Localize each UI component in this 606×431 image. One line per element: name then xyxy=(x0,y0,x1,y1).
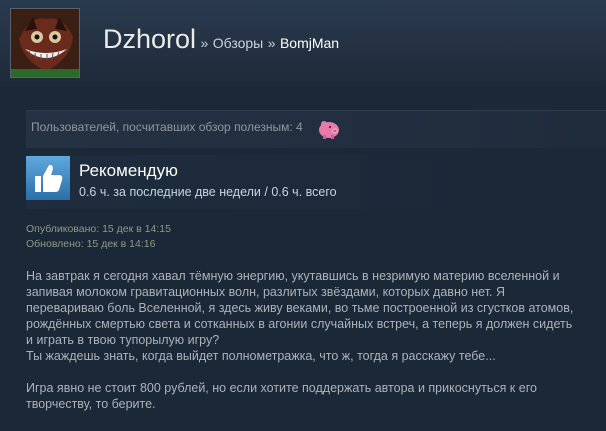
avatar[interactable] xyxy=(10,8,80,78)
recommendation-title: Рекомендую xyxy=(79,161,178,180)
avatar-image xyxy=(11,9,79,77)
helpful-bar: Пользователей, посчитавших обзор полезны… xyxy=(26,110,606,148)
game-link[interactable]: BomjMan xyxy=(280,35,339,51)
recommendation-box: Рекомендую 0.6 ч. за последние две недел… xyxy=(26,155,606,209)
updated-date: Обновлено: 15 дек в 14:16 xyxy=(26,238,156,250)
thumbs-up-icon xyxy=(26,156,70,200)
posted-date: Опубликовано: 15 дек в 14:15 xyxy=(26,223,171,235)
review-line: рождённых смертью света и сотканных в аг… xyxy=(26,317,573,331)
review-line: запивая молоком гравитационных волн, раз… xyxy=(26,285,506,299)
profile-header: Dzhorol » Обзоры » BomjMan xyxy=(0,0,606,86)
review-line: и играть в твою тупорылую игру? xyxy=(26,333,220,347)
playtime-hours: 0.6 ч. за последние две недели / 0.6 ч. … xyxy=(79,185,337,199)
profile-name-link[interactable]: Dzhorol xyxy=(103,24,196,54)
review-line: На завтрак я сегодня хавал тёмную энерги… xyxy=(26,269,560,283)
breadcrumb-separator: » xyxy=(200,35,209,51)
helpful-count-text: Пользователей, посчитавших обзор полезны… xyxy=(31,120,303,134)
review-line: Игра явно не стоит 800 рублей, но если х… xyxy=(26,381,537,395)
reviews-link[interactable]: Обзоры xyxy=(213,35,264,51)
review-dates: Опубликовано: 15 дек в 14:15 Обновлено: … xyxy=(26,222,171,252)
review-line: перевариваю боль Вселенной, я здесь живу… xyxy=(26,301,574,315)
review-line: Ты жаждешь знать, когда выйдет полнометр… xyxy=(26,349,496,363)
review-line: творчеству, то берите. xyxy=(26,397,156,411)
review-body: На завтрак я сегодня хавал тёмную энерги… xyxy=(26,268,601,412)
pig-award-icon[interactable] xyxy=(316,116,342,142)
breadcrumb-separator: » xyxy=(267,35,276,51)
breadcrumb: Dzhorol » Обзоры » BomjMan xyxy=(103,24,339,55)
